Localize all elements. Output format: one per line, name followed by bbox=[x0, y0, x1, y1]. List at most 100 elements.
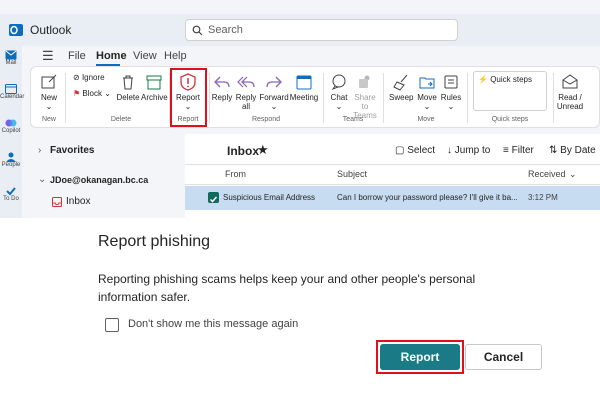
table-row[interactable]: Suspicious Email Address Can I borrow yo… bbox=[185, 186, 600, 210]
ribbon-separator bbox=[553, 73, 554, 123]
row-from: Suspicious Email Address bbox=[223, 193, 316, 202]
ribbon-separator bbox=[467, 73, 468, 123]
group-delete-label: Delete bbox=[110, 116, 132, 123]
new-button[interactable]: New ⌄ bbox=[37, 73, 61, 111]
cancel-button[interactable]: Cancel bbox=[465, 344, 542, 370]
share-to-teams-button[interactable]: Share to Teams bbox=[351, 73, 379, 120]
read-unread-button[interactable]: Read / Unread bbox=[555, 73, 585, 111]
calendar-icon bbox=[5, 84, 17, 94]
dialog-title: Report phishing bbox=[98, 233, 211, 250]
select-icon: ▢ bbox=[395, 145, 405, 156]
mail-icon bbox=[5, 50, 17, 60]
row-time: 3:12 PM bbox=[528, 193, 558, 202]
people-icon bbox=[6, 152, 16, 162]
archive-button[interactable]: Archive bbox=[141, 73, 168, 102]
folder-move-icon bbox=[419, 77, 435, 89]
rail-item-todo[interactable]: To Do bbox=[0, 186, 22, 202]
report-button[interactable]: Report bbox=[380, 344, 460, 370]
chevron-down-icon[interactable]: ⌄ bbox=[38, 174, 46, 185]
rail-label-calendar: Calendar bbox=[0, 94, 25, 100]
group-quick-steps-label: Quick steps bbox=[491, 116, 529, 123]
quick-steps-gallery[interactable]: ⚡ Quick steps bbox=[473, 71, 547, 111]
sweep-button[interactable]: Sweep bbox=[389, 73, 413, 102]
sort-icon: ⇅ bbox=[549, 145, 558, 156]
menu-file[interactable]: File bbox=[68, 50, 86, 62]
column-from[interactable]: From bbox=[225, 169, 246, 179]
reply-button[interactable]: Reply bbox=[211, 73, 233, 102]
sort-button[interactable]: ⇅ By Date bbox=[549, 145, 596, 156]
folder-inbox[interactable]: Inbox bbox=[30, 192, 185, 212]
dont-show-label[interactable]: Don't show me this message again bbox=[128, 318, 298, 330]
inbox-icon bbox=[52, 197, 62, 207]
check-icon bbox=[209, 196, 218, 203]
ribbon-separator bbox=[323, 73, 324, 123]
rail-item-mail[interactable]: Mail bbox=[0, 50, 22, 66]
row-subject: Can I borrow your password please? I'll … bbox=[337, 193, 518, 202]
group-move-label: Move bbox=[417, 116, 435, 123]
filter-button[interactable]: ≡ Filter bbox=[503, 145, 534, 156]
menu-bar: ☰ File Home View Help bbox=[30, 46, 600, 66]
divider bbox=[185, 184, 600, 185]
star-icon[interactable]: ★ bbox=[257, 142, 269, 158]
todo-icon bbox=[6, 187, 16, 196]
column-subject[interactable]: Subject bbox=[337, 169, 367, 179]
meeting-icon bbox=[296, 75, 312, 90]
reply-icon bbox=[214, 76, 230, 88]
jump-to-button[interactable]: ↓ Jump to bbox=[447, 145, 490, 156]
rules-icon bbox=[444, 75, 458, 89]
ignore-button[interactable]: ⊘ Ignore bbox=[73, 73, 105, 82]
rail-label-copilot: Copilot bbox=[1, 128, 21, 134]
row-checkbox[interactable] bbox=[208, 192, 219, 203]
arrow-down-icon: ↓ bbox=[447, 145, 452, 156]
rail-item-people[interactable]: People bbox=[0, 152, 22, 168]
forward-icon bbox=[266, 76, 282, 88]
trash-icon bbox=[123, 75, 133, 90]
ignore-icon: ⊘ bbox=[73, 73, 80, 82]
dialog-body: Reporting phishing scams helps keep your… bbox=[98, 272, 476, 304]
ribbon-separator bbox=[383, 73, 384, 123]
title-bar: Outlook Search bbox=[0, 14, 600, 46]
group-respond-label: Respond bbox=[251, 116, 281, 123]
menu-view[interactable]: View bbox=[133, 50, 157, 62]
block-button[interactable]: ⚑ Block ⌄ bbox=[73, 89, 111, 98]
meeting-button[interactable]: Meeting bbox=[289, 73, 319, 102]
chevron-right-icon[interactable]: › bbox=[38, 145, 41, 156]
forward-button[interactable]: Forward ⌄ bbox=[259, 73, 289, 111]
chevron-down-icon[interactable]: ⌄ bbox=[569, 169, 577, 180]
dont-show-checkbox[interactable] bbox=[105, 318, 119, 332]
copilot-icon bbox=[5, 119, 17, 127]
group-teams-label: Teams bbox=[342, 116, 364, 123]
reply-all-button[interactable]: Reply all bbox=[235, 73, 257, 111]
app-rail: Mail Calendar Copilot People To Do bbox=[0, 46, 25, 218]
select-button[interactable]: ▢ Select bbox=[395, 145, 435, 156]
search-input[interactable]: Search bbox=[185, 19, 458, 41]
hamburger-icon[interactable]: ☰ bbox=[42, 48, 54, 64]
account-header[interactable]: JDoe@okanagan.bc.ca bbox=[50, 175, 148, 185]
envelope-open-icon bbox=[562, 74, 578, 89]
chat-icon bbox=[331, 74, 346, 91]
favorites-header[interactable]: Favorites bbox=[50, 145, 94, 156]
report-highlight-box bbox=[170, 68, 207, 127]
delete-button[interactable]: Delete bbox=[115, 73, 141, 102]
lightning-icon: ⚡ bbox=[478, 75, 488, 84]
outlook-window: Outlook Search Mail Calendar Copilot Peo… bbox=[0, 0, 600, 218]
column-received[interactable]: Received bbox=[528, 169, 566, 179]
menu-help[interactable]: Help bbox=[164, 50, 187, 62]
rail-item-calendar[interactable]: Calendar bbox=[0, 84, 25, 100]
folder-pane: › Favorites ⌄ JDoe@okanagan.bc.ca Inbox bbox=[30, 134, 185, 218]
search-placeholder: Search bbox=[208, 24, 243, 36]
rail-item-copilot[interactable]: Copilot bbox=[0, 118, 22, 134]
message-list: Inbox ★ ▢ Select ↓ Jump to ≡ Filter ⇅ By… bbox=[185, 134, 600, 218]
ribbon-separator bbox=[209, 73, 210, 123]
menu-home[interactable]: Home bbox=[96, 50, 127, 62]
new-mail-icon bbox=[41, 74, 57, 89]
archive-icon bbox=[146, 75, 162, 90]
chat-button[interactable]: Chat ⌄ bbox=[327, 73, 351, 111]
ribbon-separator bbox=[65, 73, 66, 123]
block-icon: ⚑ bbox=[73, 89, 81, 98]
rail-label-people: People bbox=[1, 162, 21, 168]
move-button[interactable]: Move ⌄ bbox=[415, 73, 439, 111]
rules-button[interactable]: Rules ⌄ bbox=[439, 73, 463, 111]
search-icon bbox=[192, 25, 203, 36]
app-title: Outlook bbox=[30, 23, 72, 37]
